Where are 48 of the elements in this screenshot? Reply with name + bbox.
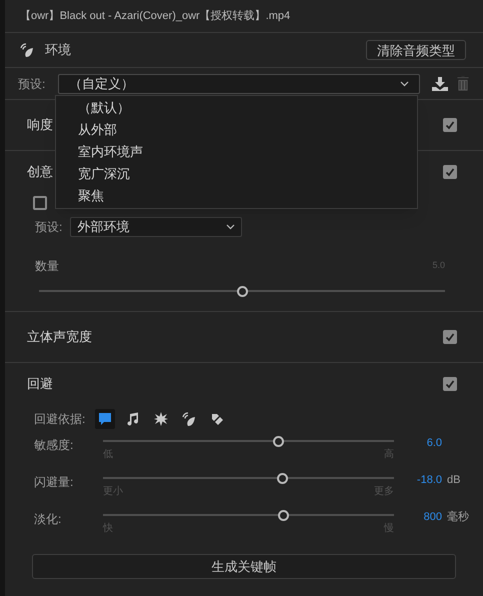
slider-value[interactable]: 6.0: [426, 435, 442, 452]
slider-track[interactable]: [103, 472, 394, 484]
checkbox[interactable]: [443, 118, 457, 132]
generate-keyframes-button[interactable]: 生成关键帧: [32, 554, 456, 579]
slider-thumb[interactable]: [276, 472, 288, 484]
checkmark-icon: [445, 379, 455, 389]
slider-label: 闪避量:: [34, 474, 74, 491]
slider-track[interactable]: [103, 509, 394, 521]
slider-label: 淡化:: [34, 511, 62, 528]
menu-item[interactable]: （默认）: [56, 97, 417, 119]
unit-label: 毫秒: [447, 510, 469, 525]
panel-title: 环境: [45, 41, 71, 60]
menu-item[interactable]: 从外部: [56, 119, 417, 141]
menu-item[interactable]: 宽广深沉: [56, 163, 417, 185]
checkbox[interactable]: [443, 165, 457, 179]
checkmark-icon: [445, 120, 455, 130]
file-title: 【owr】Black out - Azari(Cover)_owr【授权转载】.mp4: [20, 8, 290, 24]
slider-label: 敏感度:: [34, 437, 74, 454]
checkbox[interactable]: [33, 196, 47, 210]
menu-item[interactable]: 室内环境声: [56, 141, 417, 163]
slider-thumb[interactable]: [237, 286, 248, 296]
slider-track[interactable]: [39, 285, 445, 297]
checkbox[interactable]: [443, 377, 457, 391]
slider-value[interactable]: 800: [424, 509, 442, 526]
duck-by-label: 回避依据:: [34, 411, 86, 428]
chevron-down-icon: [226, 224, 236, 230]
slider-thumb[interactable]: [278, 510, 290, 520]
speech-icon[interactable]: [95, 409, 116, 429]
checkmark-icon: [445, 332, 455, 342]
checkmark-icon: [445, 167, 455, 177]
menu-item[interactable]: 聚焦: [56, 185, 417, 207]
section-title: 回避: [27, 375, 53, 394]
section-title: 创意: [27, 163, 53, 182]
download-icon[interactable]: [432, 76, 448, 90]
slider-value[interactable]: -18.0: [416, 472, 442, 488]
preset-dropdown[interactable]: 外部环境: [70, 217, 242, 237]
preset-label: 预设:: [18, 76, 46, 92]
preset-dropdown[interactable]: （自定义）: [58, 74, 420, 94]
preset-label: 预设:: [35, 219, 62, 236]
section-title: 立体声宽度: [27, 328, 92, 346]
amount-label: 数量: [35, 258, 59, 275]
unit-label: dB: [447, 473, 460, 488]
slider-track[interactable]: [103, 435, 394, 447]
slider-thumb[interactable]: [272, 436, 284, 446]
chevron-down-icon: [400, 80, 409, 86]
checkbox[interactable]: [443, 330, 457, 344]
section-title: 响度: [27, 116, 53, 134]
clear-audio-type-button[interactable]: 清除音频类型: [366, 40, 466, 60]
